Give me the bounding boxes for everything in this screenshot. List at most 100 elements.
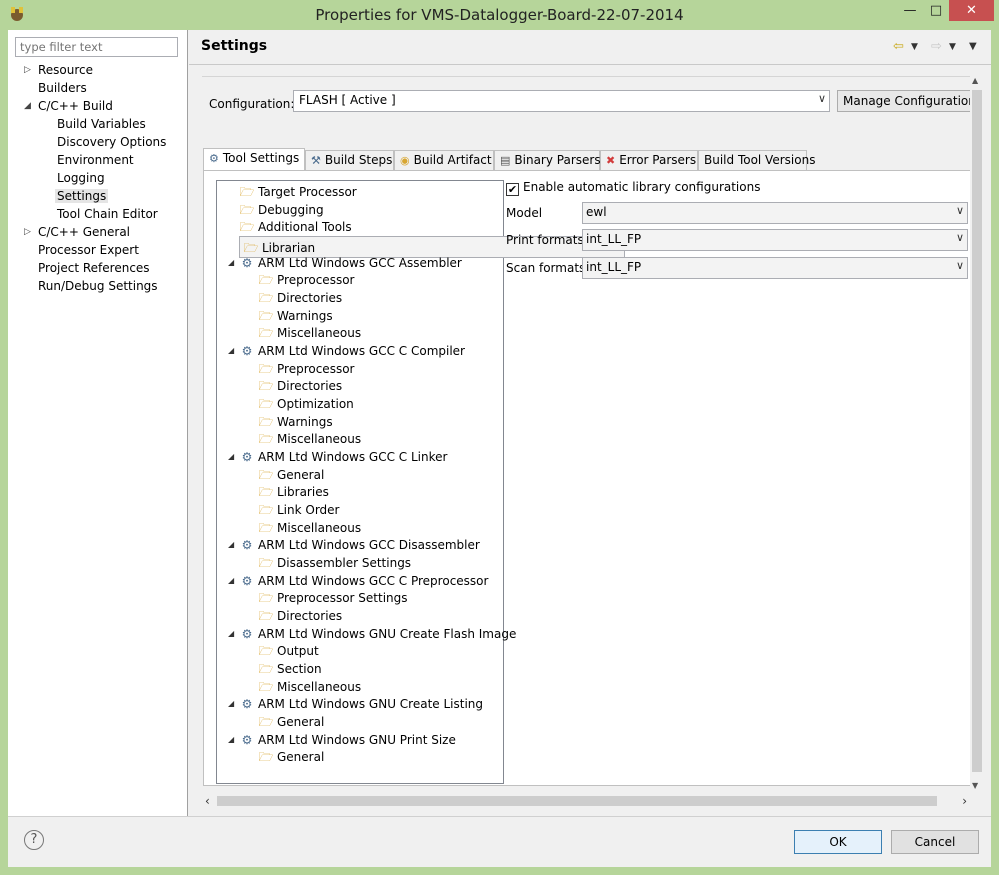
tab-build-steps[interactable]: ⚒ Build Steps [305,150,394,170]
tree-item[interactable]: 🗁 Directories [258,289,343,307]
tree-item[interactable]: ◢ ⚙ ARM Ltd Windows GNU Print Size [228,731,456,749]
tree-item[interactable]: 🗁 General [258,748,325,766]
view-menu-icon[interactable]: ▼ [969,41,977,57]
scroll-down-arrow-icon[interactable]: ▼ [972,781,978,790]
filter-input[interactable] [15,37,178,57]
vertical-scrollbar[interactable]: ▲ ▼ [970,76,984,790]
scroll-right-arrow-icon[interactable]: › [962,794,967,808]
nav-item-logging[interactable]: Logging [57,169,105,187]
collapse-arrow-icon[interactable]: ◢ [24,97,36,115]
configuration-select[interactable]: FLASH [ Active ] ∨ [293,90,830,112]
maximize-button[interactable]: □ [923,0,949,21]
tree-item[interactable]: 🗁 Preprocessor [258,271,355,289]
tree-item[interactable]: 🗁 Warnings [258,307,333,325]
nav-item-build-variables[interactable]: Build Variables [57,115,146,133]
tree-item[interactable]: 🗁 Miscellaneous [258,324,362,342]
collapse-arrow-icon[interactable]: ◢ [228,572,234,590]
folder-icon: 🗁 [258,379,274,393]
folder-icon: 🗁 [258,432,274,446]
nav-item-run-debug-settings[interactable]: Run/Debug Settings [38,277,158,295]
tree-item[interactable]: ◢ ⚙ ARM Ltd Windows GNU Create Listing [228,695,483,713]
tree-item[interactable]: 🗁 Optimization [258,395,354,413]
auto-library-checkbox[interactable]: ✔ [506,183,519,196]
nav-item-project-references[interactable]: Project References [38,259,150,277]
back-arrow-icon[interactable]: ⇦ [893,39,904,55]
tree-item[interactable]: 🗁 Section [258,660,322,678]
auto-library-checkbox-row[interactable]: ✔ Enable automatic library configurations [506,180,760,196]
tree-item[interactable]: ◢ ⚙ ARM Ltd Windows GNU Create Flash Image [228,625,516,643]
scan-formats-select[interactable]: int_LL_FP ∨ [582,257,968,279]
nav-item-cpp-general[interactable]: ▷ C/C++ General [24,223,130,241]
nav-item-cpp-build[interactable]: ◢ C/C++ Build [24,97,113,115]
tree-item[interactable]: ◢ ⚙ ARM Ltd Windows GCC C Compiler [228,342,465,360]
nav-item-label: Environment [57,153,134,167]
tree-item[interactable]: 🗁 Output [258,642,319,660]
nav-item-settings[interactable]: Settings [55,187,109,205]
close-button[interactable]: ✕ [949,0,994,21]
tree-item[interactable]: 🗁 Libraries [258,483,329,501]
tree-item[interactable]: ◢ ⚙ ARM Ltd Windows GCC C Linker [228,448,447,466]
nav-item-discovery-options[interactable]: Discovery Options [57,133,166,151]
scroll-left-arrow-icon[interactable]: ‹ [205,794,210,808]
forward-arrow-icon[interactable]: ⇨ [931,39,942,55]
tab-error-parsers[interactable]: ✖ Error Parsers [600,150,698,170]
collapse-arrow-icon[interactable]: ◢ [228,448,234,466]
cancel-button[interactable]: Cancel [891,830,979,854]
nav-item-processor-expert[interactable]: Processor Expert [38,241,139,259]
tree-item[interactable]: 🗁 Target Processor [239,183,357,201]
tab-label: Build Tool Versions [704,153,816,167]
tree-item[interactable]: 🗁 Preprocessor Settings [258,589,408,607]
manage-configurations-button[interactable]: Manage Configurations... [837,90,974,112]
nav-item-tool-chain-editor[interactable]: Tool Chain Editor [57,205,158,223]
tree-item[interactable]: 🗁 Disassembler Settings [258,554,412,572]
tree-item[interactable]: 🗁 General [258,713,325,731]
nav-item-builders[interactable]: Builders [38,79,87,97]
help-button[interactable]: ? [24,830,44,850]
tab-build-artifact[interactable]: ◉ Build Artifact [394,150,494,170]
ok-button[interactable]: OK [794,830,882,854]
tree-item[interactable]: 🗁 Miscellaneous [258,519,362,537]
collapse-arrow-icon[interactable]: ◢ [228,342,234,360]
tab-binary-parsers[interactable]: ▤ Binary Parsers [494,150,601,170]
expand-arrow-icon[interactable]: ▷ [24,61,36,79]
folder-icon: 🗁 [258,609,274,623]
tree-item[interactable]: 🗁 Preprocessor [258,360,355,378]
forward-history-dropdown-icon[interactable]: ▼ [949,42,956,58]
vertical-scroll-thumb[interactable] [972,90,982,772]
nav-item-resource[interactable]: ▷ Resource [24,61,93,79]
horizontal-scroll-thumb[interactable] [217,796,937,806]
tree-item-label: Directories [277,609,343,623]
model-select[interactable]: ewl ∨ [582,202,968,224]
model-label: Model [506,206,543,220]
collapse-arrow-icon[interactable]: ◢ [228,536,234,554]
collapse-arrow-icon[interactable]: ◢ [228,695,234,713]
tree-item[interactable]: ◢ ⚙ ARM Ltd Windows GCC C Preprocessor [228,572,488,590]
tree-item[interactable]: 🗁 Directories [258,607,343,625]
tool-icon: ⚙ [241,538,253,552]
tab-tool-settings[interactable]: ⚙ Tool Settings [203,148,305,170]
tree-item[interactable]: 🗁 Additional Tools [239,218,352,236]
expand-arrow-icon[interactable]: ▷ [24,223,36,241]
tree-item[interactable]: 🗁 General [258,466,325,484]
tab-build-tool-versions[interactable]: Build Tool Versions [698,150,815,170]
nav-item-environment[interactable]: Environment [57,151,134,169]
footer-divider [8,816,991,817]
tree-item[interactable]: 🗁 Debugging [239,201,324,219]
tree-item[interactable]: 🗁 Link Order [258,501,340,519]
tree-item[interactable]: ◢ ⚙ ARM Ltd Windows GCC Disassembler [228,536,480,554]
tree-item[interactable]: 🗁 Miscellaneous [258,678,362,696]
back-history-dropdown-icon[interactable]: ▼ [911,42,918,58]
tree-item[interactable]: 🗁 Miscellaneous [258,430,362,448]
tree-item[interactable]: 🗁 Directories [258,377,343,395]
navigation-pane: ▷ Resource Builders ◢ C/C++ Build Build … [8,30,188,816]
horizontal-scrollbar[interactable]: ‹ › [203,794,969,808]
collapse-arrow-icon[interactable]: ◢ [228,254,234,272]
tree-item[interactable]: 🗁 Warnings [258,413,333,431]
print-formats-select[interactable]: int_LL_FP ∨ [582,229,968,251]
scroll-up-arrow-icon[interactable]: ▲ [972,76,978,85]
collapse-arrow-icon[interactable]: ◢ [228,625,234,643]
minimize-button[interactable]: — [897,0,923,21]
collapse-arrow-icon[interactable]: ◢ [228,731,234,749]
tree-item[interactable]: ◢ ⚙ ARM Ltd Windows GCC Assembler [228,254,462,272]
folder-icon: 🗁 [258,309,274,323]
